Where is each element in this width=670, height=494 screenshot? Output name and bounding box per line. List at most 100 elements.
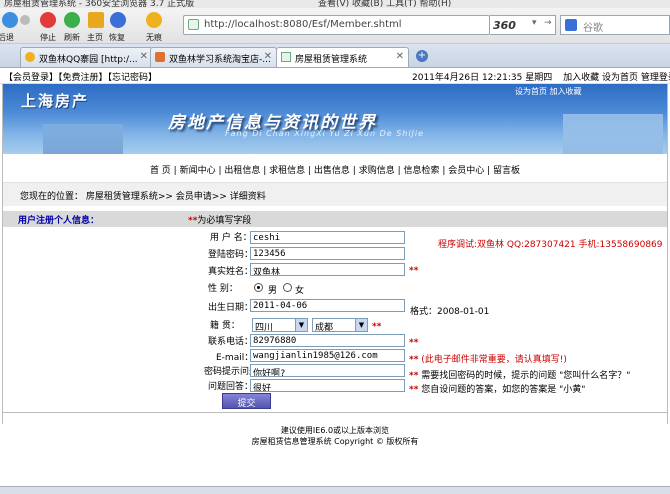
- username-label: 用 户 名：: [210, 233, 252, 243]
- nav-search[interactable]: 信息检索: [403, 166, 439, 176]
- question-hint-row: ** 需要找回密码的时候，提示的问题 "您叫什么名字？": [409, 368, 630, 381]
- tab-strip: 双鱼林QQ寨园 [http:/... ✕ 双鱼林学习系统淘宝店-... ✕ 房屋…: [0, 44, 670, 68]
- phone-label: 联系电话：: [208, 337, 254, 347]
- page-icon: [281, 52, 291, 62]
- forward-icon[interactable]: [20, 15, 30, 25]
- back-label[interactable]: 后退: [0, 32, 14, 43]
- city-select[interactable]: 成都 ▼: [312, 318, 368, 333]
- required-note-text: 为必填写字段: [197, 216, 252, 226]
- req-mark: **: [409, 385, 419, 395]
- search-input[interactable]: 谷歌: [583, 19, 603, 34]
- req-mark: **: [409, 266, 419, 276]
- answer-label: 问题回答：: [208, 382, 254, 392]
- tab-label: 房屋租赁管理系统: [295, 55, 368, 65]
- nav-sell[interactable]: 出售信息: [314, 166, 350, 176]
- go-arrow-icon[interactable]: →: [544, 18, 552, 28]
- window-titlebar: 房屋租赁管理系统 - 360安全浏览器 3.7 正式版 查看(V) 收藏(B) …: [0, 0, 670, 8]
- star-icon: [25, 52, 35, 62]
- menu-bar[interactable]: 查看(V) 收藏(B) 工具(T) 帮助(H): [318, 0, 451, 8]
- submit-button[interactable]: 提交: [222, 393, 271, 409]
- username-input[interactable]: ceshi: [250, 231, 405, 244]
- phone-input[interactable]: 82976880: [250, 334, 405, 347]
- required-note: **为必填写字段: [188, 213, 251, 226]
- close-icon[interactable]: ✕: [396, 51, 404, 62]
- nav-rent-wanted[interactable]: 求租信息: [269, 166, 305, 176]
- restore-label[interactable]: 恢复: [109, 32, 125, 43]
- home-icon[interactable]: [88, 12, 104, 28]
- tab-label: 双鱼林学习系统淘宝店-...: [169, 55, 271, 65]
- gender-male-radio[interactable]: [254, 283, 263, 292]
- birthday-input[interactable]: 2011-04-06: [250, 299, 405, 312]
- gender-female-label: 女: [295, 286, 305, 296]
- question-input[interactable]: 你好啊?: [250, 364, 405, 377]
- brand-logo: 360: [493, 19, 516, 32]
- restore-icon[interactable]: [110, 12, 126, 28]
- taobao-icon: [155, 52, 165, 62]
- password-input[interactable]: 123456: [250, 247, 405, 260]
- birthday-hint: 格式：2008-01-01: [410, 307, 490, 317]
- brand-360[interactable]: 360 ▾ →: [490, 15, 556, 35]
- tester-note: 程序调试:双鱼林 QQ:287307421 手机:13558690869: [438, 240, 663, 250]
- nav-rent-out[interactable]: 出租信息: [224, 166, 260, 176]
- email-input[interactable]: wangjianlin1985@126.com: [250, 349, 405, 362]
- province-select[interactable]: 四川 ▼: [252, 318, 308, 333]
- search-engine-icon[interactable]: [565, 19, 577, 31]
- section-title: 用户注册个人信息：: [18, 216, 100, 226]
- close-icon[interactable]: ✕: [140, 51, 148, 62]
- email-hint-row: ** (此电子邮件非常重要，请认真填写!): [409, 352, 567, 365]
- banner-building: [563, 114, 663, 154]
- realname-input[interactable]: 双鱼林: [250, 263, 405, 276]
- banner-links[interactable]: 设为首页 加入收藏: [515, 86, 582, 97]
- current-date: 2011年4月26日 12:21:35 星期四: [412, 73, 553, 83]
- refresh-icon[interactable]: [64, 12, 80, 28]
- question-hint: 需要找回密码的时候，提示的问题 "您叫什么名字？": [421, 371, 631, 381]
- private-label[interactable]: 无痕: [146, 32, 162, 43]
- close-icon[interactable]: ✕: [264, 51, 272, 62]
- chevron-down-icon[interactable]: ▾: [532, 18, 537, 28]
- nav-guestbook[interactable]: 留言板: [493, 166, 520, 176]
- footer-browser-note: 建议使用IE6.0或以上版本浏览: [280, 426, 390, 435]
- gender-female-radio[interactable]: [283, 283, 292, 292]
- city-value: 成都: [315, 323, 334, 333]
- private-icon[interactable]: [146, 12, 162, 28]
- req-mark: **: [372, 322, 382, 332]
- stop-label[interactable]: 停止: [40, 32, 56, 43]
- chevron-down-icon[interactable]: ▼: [355, 319, 367, 331]
- home-label[interactable]: 主页: [87, 32, 103, 43]
- tab-taobao[interactable]: 双鱼林学习系统淘宝店-... ✕: [150, 47, 277, 67]
- window-title: 房屋租赁管理系统 - 360安全浏览器 3.7 正式版: [4, 0, 195, 8]
- stop-icon[interactable]: [40, 12, 56, 28]
- req-mark: **: [409, 355, 419, 365]
- search-box[interactable]: 谷歌: [560, 15, 670, 35]
- breadcrumb-text: 您现在的位置： 房屋租赁管理系统>> 会员申请>> 详细资料: [20, 192, 266, 202]
- req-mark: **: [188, 216, 198, 226]
- nav-member[interactable]: 会员中心: [448, 166, 484, 176]
- email-hint: (此电子邮件非常重要，请认真填写!): [421, 355, 567, 365]
- req-mark: **: [409, 371, 419, 381]
- site-banner: 上海房产 设为首页 加入收藏 房地产信息与资讯的世界 Fang Di Chan …: [3, 84, 667, 154]
- answer-hint-row: ** 您自设问题的答案，如您的答案是 "小黄": [409, 382, 585, 395]
- gender-male-label: 男: [268, 286, 278, 296]
- nav-buy[interactable]: 求购信息: [359, 166, 395, 176]
- nav-news[interactable]: 新闻中心: [180, 166, 216, 176]
- tab-label: 双鱼林QQ寨园 [http:/...: [39, 55, 138, 65]
- refresh-label[interactable]: 刷新: [64, 32, 80, 43]
- chevron-down-icon[interactable]: ▼: [295, 319, 307, 331]
- tab-qq[interactable]: 双鱼林QQ寨园 [http:/... ✕: [20, 47, 153, 67]
- back-icon[interactable]: [2, 12, 18, 28]
- member-links[interactable]: 【会员登录】【免费注册】【忘记密码】: [4, 70, 157, 83]
- banner-pinyin: Fang Di Chan XingXi Yu Zi Xun De ShiJie: [225, 129, 425, 138]
- footer: 建议使用IE6.0或以上版本浏览 房屋租赁信息管理系统 Copyright © …: [0, 425, 670, 447]
- breadcrumb: 您现在的位置： 房屋租赁管理系统>> 会员申请>> 详细资料: [3, 182, 667, 206]
- new-tab-icon[interactable]: +: [416, 50, 428, 62]
- address-bar[interactable]: http://localhost:8080/Esf/Member.shtml: [183, 15, 490, 35]
- address-text[interactable]: http://localhost:8080/Esf/Member.shtml: [204, 19, 402, 30]
- section-header: 用户注册个人信息： **为必填写字段: [3, 211, 667, 227]
- tab-rental[interactable]: 房屋租赁管理系统 ✕: [276, 47, 409, 67]
- site-logo: 上海房产: [21, 92, 90, 110]
- site-links[interactable]: 加入收藏 设为首页 管理登录: [563, 73, 670, 83]
- hometown-label: 籍 贯：: [210, 321, 240, 331]
- answer-input[interactable]: 很好: [250, 379, 405, 392]
- nav-home[interactable]: 首 页: [150, 166, 171, 176]
- banner-building: [43, 124, 123, 154]
